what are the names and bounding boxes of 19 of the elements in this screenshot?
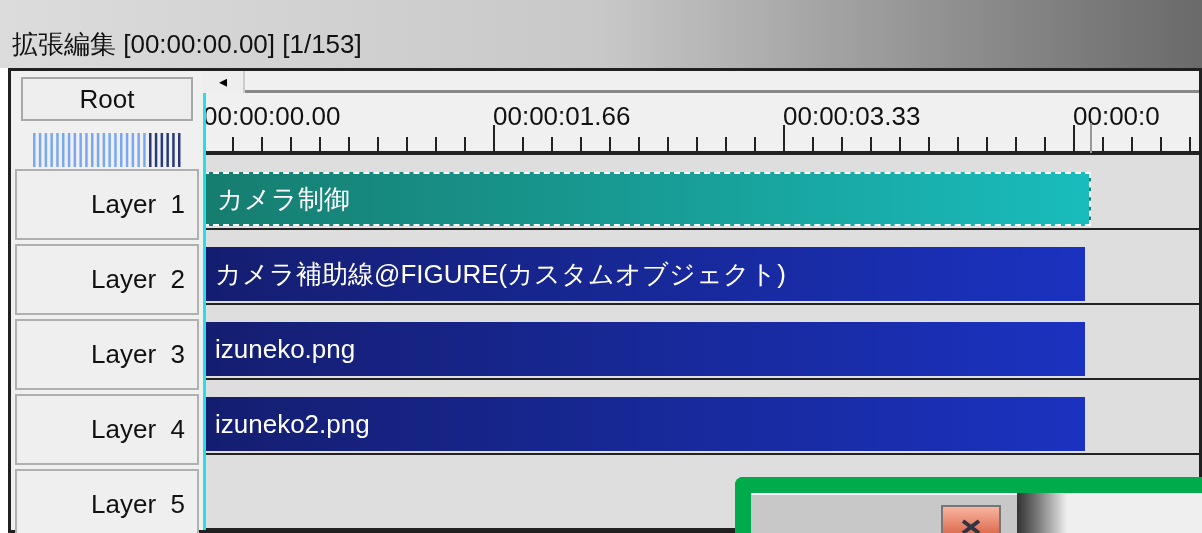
scroll-left-button[interactable]: ◂ bbox=[203, 71, 245, 93]
root-button[interactable]: Root bbox=[21, 77, 193, 121]
layer-button[interactable]: Layer 1 bbox=[15, 169, 199, 240]
layer-button[interactable]: Layer 3 bbox=[15, 319, 199, 390]
layer-button[interactable]: Layer 2 bbox=[15, 244, 199, 315]
time-label: 00:00:0 bbox=[1073, 103, 1160, 129]
level-meter-icon bbox=[31, 133, 183, 167]
timeline-clip[interactable]: カメラ制御 bbox=[203, 172, 1091, 226]
layer-button[interactable]: Layer 5 bbox=[15, 469, 199, 533]
time-label: 00:00:00.00 bbox=[203, 103, 341, 129]
timeline-clip[interactable]: izuneko2.png bbox=[203, 397, 1085, 451]
close-icon bbox=[961, 519, 981, 533]
time-label: 00:00:03.33 bbox=[783, 103, 921, 129]
timeline-clip[interactable]: izuneko.png bbox=[203, 322, 1085, 376]
close-button[interactable] bbox=[941, 505, 1001, 533]
time-label: 00:00:01.66 bbox=[493, 103, 631, 129]
window-title: 拡張編集 [00:00:00.00] [1/153] bbox=[12, 27, 362, 61]
timeline-clip[interactable]: カメラ補助線@FIGURE(カスタムオブジェクト) bbox=[203, 247, 1085, 301]
layer-button[interactable]: Layer 4 bbox=[15, 394, 199, 465]
